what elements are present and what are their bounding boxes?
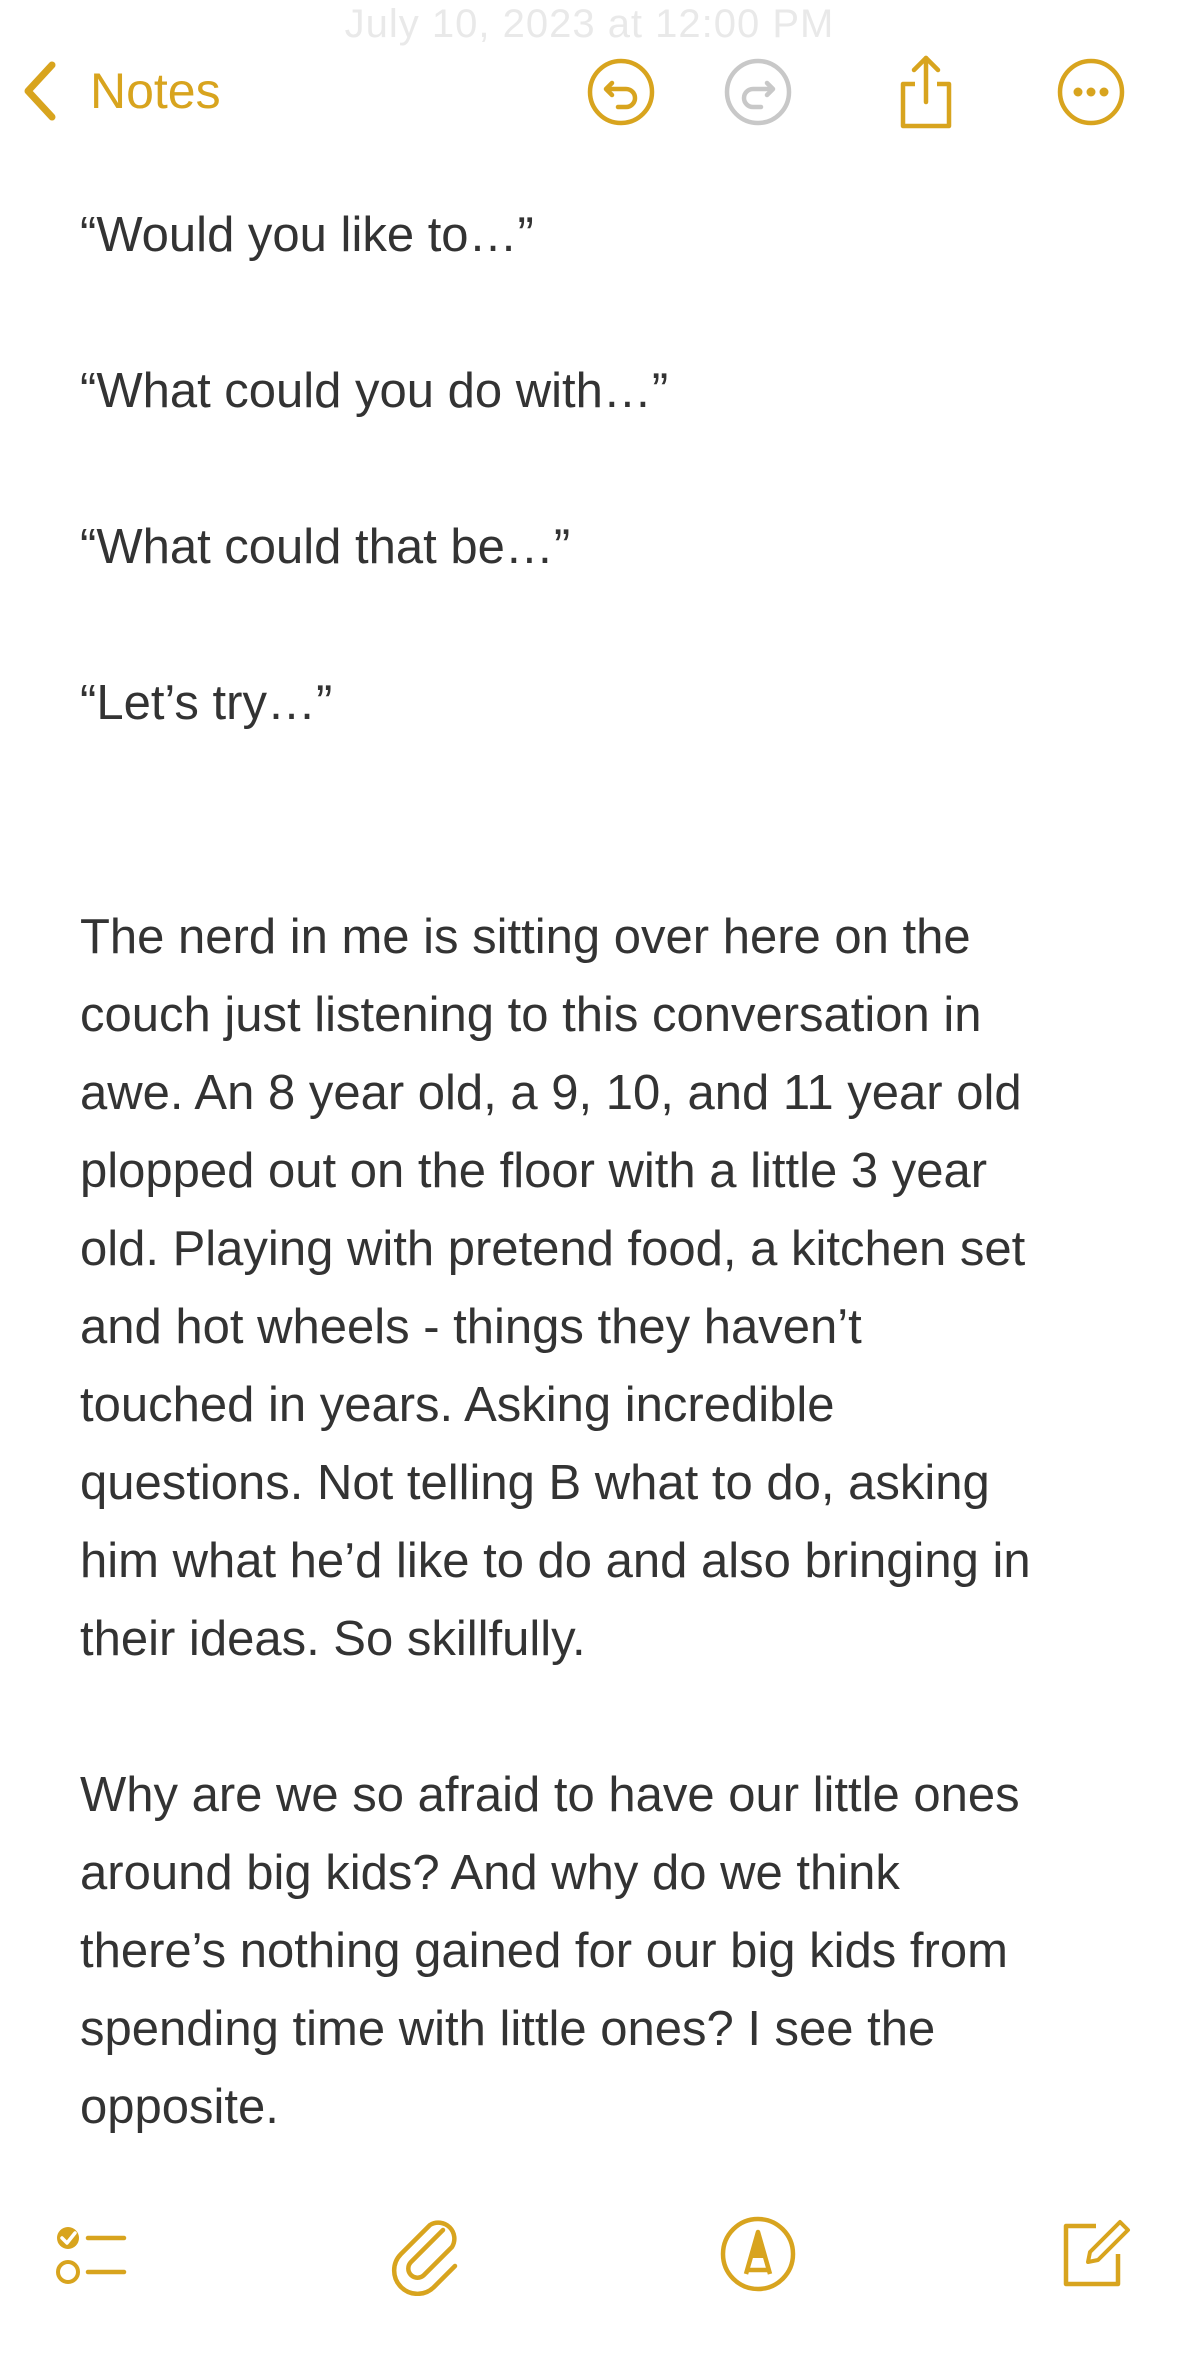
prompt-line: “What could you do with…” [80, 364, 669, 418]
chevron-left-icon [22, 59, 72, 123]
paragraph-line: The nerd in me is sitting over here on t… [80, 910, 971, 964]
paragraph-line: spending time with little ones? I see th… [80, 2002, 936, 2056]
paragraph-line: questions. Not telling B what to do, ask… [80, 1456, 990, 1510]
attachment-icon[interactable] [385, 2212, 469, 2296]
paragraph-line: him what he’d like to do and also bringi… [80, 1534, 1031, 1588]
prompt-line: “What could that be…” [80, 520, 571, 574]
paragraph-observation: The nerd in me is sitting over here on t… [80, 898, 1110, 1678]
paragraph-line: old. Playing with pretend food, a kitche… [80, 1222, 1026, 1276]
paragraph-line: awe. An 8 year old, a 9, 10, and 11 year… [80, 1066, 1022, 1120]
paragraph-line: opposite. [80, 2080, 279, 2134]
undo-icon[interactable] [585, 56, 657, 128]
paragraph-line: couch just listening to this conversatio… [80, 988, 982, 1042]
back-to-notes-button[interactable]: Notes [22, 56, 221, 126]
paragraph-line: touched in years. Asking incredible [80, 1378, 835, 1432]
paragraph-line: and hot wheels - things they haven’t [80, 1300, 862, 1354]
markup-icon[interactable] [716, 2212, 800, 2296]
navigation-bar: Notes [0, 0, 1179, 190]
compose-icon[interactable] [1050, 2212, 1134, 2296]
paragraph-line: around big kids? And why do we think [80, 1846, 900, 1900]
prompt-line: “Would you like to…” [80, 208, 534, 262]
more-icon[interactable] [1055, 56, 1127, 128]
paragraph-line: plopped out on the floor with a little 3… [80, 1144, 988, 1198]
back-button-label: Notes [90, 63, 221, 119]
paragraph-question: Why are we so afraid to have our little … [80, 1756, 1110, 2146]
paragraph-line: Why are we so afraid to have our little … [80, 1768, 1020, 1822]
checklist-icon[interactable] [48, 2212, 132, 2296]
redo-icon[interactable] [722, 56, 794, 128]
prompt-line: “Let’s try…” [80, 676, 333, 730]
paragraph-line: there’s nothing gained for our big kids … [80, 1924, 1008, 1978]
share-icon[interactable] [890, 55, 962, 129]
paragraph-line: their ideas. So skillfully. [80, 1612, 586, 1666]
